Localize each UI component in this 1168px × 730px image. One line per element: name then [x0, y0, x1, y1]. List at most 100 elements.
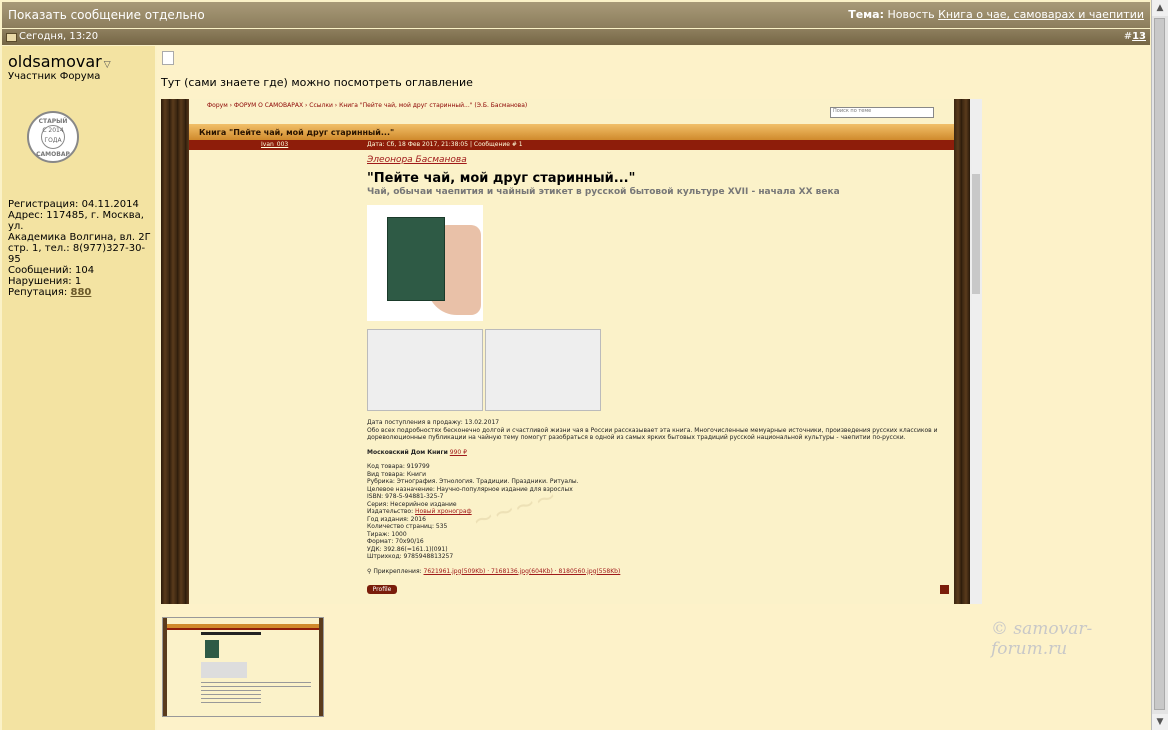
avatar[interactable]: СТАРЫЙ С 2014 ГОДА САМОВАР — [27, 111, 79, 163]
topic-prefix: Новость — [887, 8, 935, 21]
embedded-up-arrow-icon — [940, 585, 949, 594]
embedded-thread-title: Книга "Пейте чай, мой друг старинный..." — [199, 128, 395, 137]
username-link[interactable]: oldsamovar ▽ — [8, 52, 111, 71]
embedded-post-date: Дата: Сб, 18 Фев 2017, 21:38:05 | Сообще… — [367, 141, 523, 148]
embedded-scrollbar-thumb — [972, 174, 980, 294]
thumb-line — [201, 694, 261, 695]
wood-border-left — [161, 99, 189, 604]
embedded-detail-4: ISBN: 978-5-94881-325-7 — [367, 493, 444, 500]
embedded-author: Элеонора Басманова — [367, 155, 467, 165]
embedded-forum-panel: Форум › ФОРУМ О САМОВАРАХ › Ссылки › Кни… — [189, 99, 954, 604]
embedded-book-subtitle: Чай, обычаи чаепития и чайный этикет в р… — [367, 187, 840, 197]
paperclip-icon: ⚲ — [367, 567, 372, 575]
reputation-value[interactable]: 880 — [70, 287, 91, 298]
embedded-publisher-label: Издательство: — [367, 508, 414, 515]
embedded-store: Московский Дом Книги — [367, 448, 448, 456]
embedded-detail2-2: Тираж: 1000 — [367, 530, 407, 538]
avatar-top-text: СТАРЫЙ — [38, 118, 68, 125]
embedded-publisher-line: Издательство: Новый хронограф — [367, 508, 947, 516]
info-registration: Регистрация: 04.11.2014 — [8, 199, 139, 210]
page-scrollbar[interactable]: ▲ ▼ — [1151, 0, 1168, 730]
embedded-screenshot[interactable]: Форум › ФОРУМ О САМОВАРАХ › Ссылки › Кни… — [161, 99, 982, 604]
embedded-price: 990 ₽ — [449, 448, 467, 456]
document-icon — [162, 51, 174, 65]
avatar-mid-text: С 2014 ГОДА — [42, 127, 64, 144]
reputation-label: Репутация: — [8, 287, 68, 298]
user-info: Регистрация: 04.11.2014 Адрес: 117485, г… — [8, 199, 153, 298]
post-icon — [6, 33, 17, 42]
embedded-book-details: Дата поступления в продажу: 13.02.2017 О… — [367, 419, 947, 575]
scrollbar-thumb[interactable] — [1154, 18, 1165, 710]
embedded-attachments-line: ⚲ Прикрепления: 7621961.jpg(509Kb) · 716… — [367, 568, 947, 576]
thumb-title — [201, 632, 261, 635]
post-header: Сегодня, 13:20 #13 — [2, 29, 1150, 45]
user-menu-dropdown-icon[interactable]: ▽ — [104, 60, 111, 70]
embedded-detail2-1: Количество страниц: 535 — [367, 523, 448, 530]
post-number[interactable]: 13 — [1132, 31, 1146, 42]
post-date: Сегодня, 13:20 — [19, 31, 99, 42]
info-messages: Сообщений: 104 — [8, 265, 95, 276]
topic-info: Тема: Новость Книга о чае, самоварах и ч… — [848, 8, 1144, 21]
info-violations: Нарушения: 1 — [8, 276, 82, 287]
thumb-border-left — [163, 618, 167, 716]
embedded-detail2-3: Формат: 70x90/16 — [367, 538, 424, 545]
topic-label: Тема: — [848, 8, 884, 21]
thumb-post-bar — [167, 628, 319, 630]
embedded-detail-1: Вид товара: Книги — [367, 470, 426, 478]
hash-label: # — [1123, 31, 1133, 42]
embedded-publisher: Новый хронограф — [415, 508, 472, 515]
page-header-bar: Показать сообщение отдельно Тема: Новост… — [2, 2, 1150, 28]
thumb-border-right — [319, 618, 323, 716]
embedded-store-line: Московский Дом Книги 990 ₽ — [367, 449, 947, 457]
page-title: Показать сообщение отдельно — [8, 8, 205, 22]
post-content: Тут (сами знаете где) можно посмотреть о… — [157, 46, 1150, 730]
embedded-thread-title-bar: Книга "Пейте чай, мой друг старинный..." — [189, 124, 954, 140]
embedded-detail2-0: Год издания: 2016 — [367, 515, 426, 523]
thumb-line — [201, 686, 311, 687]
embedded-desc-2: дореволюционные публикации на чайную тем… — [367, 434, 906, 441]
embedded-profile-button: Profile — [367, 585, 397, 594]
post-text: Тут (сами знаете где) можно посмотреть о… — [161, 76, 473, 89]
forum-frame: Показать сообщение отдельно Тема: Новост… — [0, 0, 1152, 730]
embedded-post-bar: Ivan_003 Дата: Сб, 18 Фев 2017, 21:38:05… — [189, 140, 954, 150]
book-cover-shape — [387, 217, 445, 301]
topic-link[interactable]: Книга о чае, самоварах и чаепитии — [938, 8, 1144, 21]
thumb-book — [205, 640, 219, 658]
embedded-breadcrumbs: Форум › ФОРУМ О САМОВАРАХ › Ссылки › Кни… — [207, 102, 528, 109]
embedded-detail2-4: УДК: 392.86(=161.1)(091) — [367, 545, 448, 553]
thumb-line — [201, 698, 261, 699]
post-number-link[interactable]: #13 — [1124, 31, 1146, 42]
thumb-line — [201, 682, 311, 683]
embedded-detail-5: Серия: Несерийное издание — [367, 500, 457, 508]
avatar-bottom-text: САМОВАР — [36, 151, 70, 158]
embedded-post-user: Ivan_003 — [261, 141, 289, 148]
embedded-attachments: 7621961.jpg(509Kb) · 7168136.jpg(604Kb) … — [423, 567, 621, 575]
thumb-pages — [201, 662, 247, 678]
embedded-detail-3: Целевое назначение: Научно-популярное из… — [367, 485, 573, 493]
page-scan-1 — [367, 329, 483, 411]
embedded-detail-0: Код товара: 919799 — [367, 463, 430, 470]
embedded-scrollbar — [970, 99, 982, 604]
page-scan-2 — [485, 329, 601, 411]
user-role: Участник Форума — [8, 71, 101, 82]
scroll-down-arrow-icon[interactable]: ▼ — [1152, 714, 1168, 730]
info-reputation: Репутация: 880 — [8, 287, 153, 298]
attachment-thumbnail[interactable] — [162, 617, 324, 717]
embedded-detail2-5: Штрихкод: 9785948813257 — [367, 553, 454, 560]
embedded-detail-2: Рубрика: Этнография. Этнология. Традиции… — [367, 478, 579, 485]
avatar-center: С 2014 ГОДА — [41, 125, 65, 149]
info-address-1: Адрес: 117485, г. Москва, ул. — [8, 210, 144, 232]
embedded-book-photo — [367, 205, 483, 321]
username[interactable]: oldsamovar — [8, 52, 102, 71]
embedded-search-input: Поиск по теме — [830, 107, 934, 118]
info-address-3: стр. 1, тел.: 8(977)327-30-95 — [8, 243, 146, 265]
scroll-up-arrow-icon[interactable]: ▲ — [1152, 0, 1168, 16]
embedded-release: Дата поступления в продажу: 13.02.2017 — [367, 419, 500, 426]
thumb-line — [201, 690, 261, 691]
site-watermark: © samovar-forum.ru — [991, 619, 1093, 659]
thumb-line — [201, 702, 261, 703]
user-sidebar: oldsamovar ▽ Участник Форума СТАРЫЙ С 201… — [2, 46, 155, 730]
embedded-attachments-label: Прикрепления: — [373, 567, 422, 575]
embedded-book-title: "Пейте чай, мой друг старинный..." — [367, 171, 636, 186]
info-address-2: Академика Волгина, вл. 2Г — [8, 232, 151, 243]
